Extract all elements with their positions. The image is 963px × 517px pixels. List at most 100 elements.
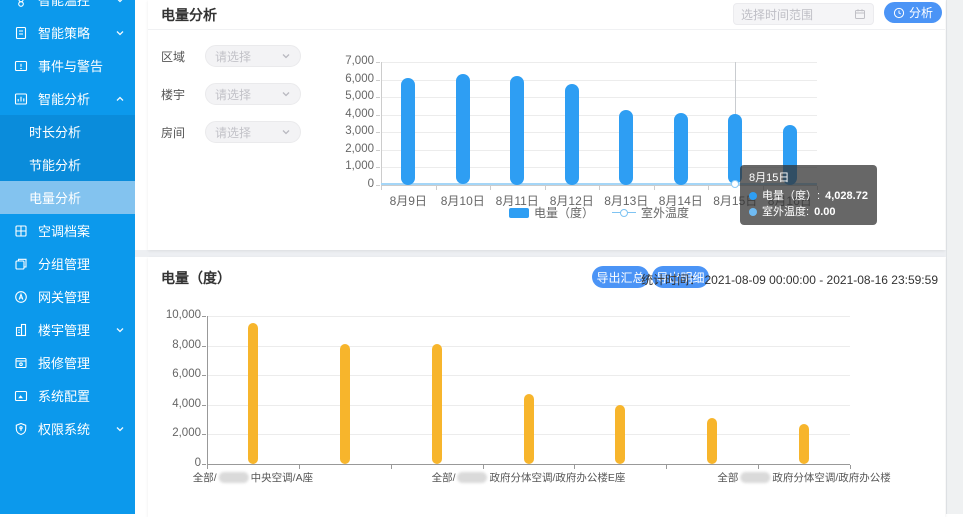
x-label-suffix: 中央空调/A座	[251, 472, 313, 484]
gridline	[207, 375, 850, 376]
sidebar-item-7[interactable]: 网关管理	[0, 280, 135, 313]
y-axis-label: 2,000	[306, 143, 374, 155]
bar[interactable]	[456, 74, 470, 185]
bar[interactable]	[707, 418, 717, 464]
bar[interactable]	[565, 84, 579, 185]
sidebar-item-10[interactable]: 系统配置	[0, 379, 135, 412]
legend-line-circle	[620, 209, 628, 217]
bar[interactable]	[248, 323, 258, 464]
y-axis-tick	[376, 167, 380, 168]
gridline	[381, 80, 817, 81]
bar[interactable]	[615, 405, 625, 464]
x-axis-tick	[599, 186, 600, 190]
chevron-down-icon	[115, 0, 125, 5]
x-axis-line	[207, 464, 850, 465]
sidebar-item-3[interactable]: 事件与警告	[0, 49, 135, 82]
sidebar-subitem-1[interactable]: 时长分析	[0, 115, 135, 148]
thermostat-icon	[14, 0, 28, 7]
scrollbar-track[interactable]	[946, 0, 963, 514]
gridline	[207, 346, 850, 347]
bar[interactable]	[799, 424, 809, 464]
x-axis-tick	[207, 465, 208, 469]
y-axis-tick	[202, 405, 206, 406]
bar[interactable]	[401, 78, 415, 185]
sidebar-item-label: 智能温控	[38, 0, 90, 9]
analysis-icon	[14, 92, 28, 106]
y-axis-label: 0	[151, 457, 201, 469]
bar[interactable]	[432, 344, 442, 464]
chevron-down-icon	[115, 424, 125, 434]
redacted-text	[458, 472, 488, 483]
bar[interactable]	[619, 110, 633, 184]
repair-icon	[14, 356, 28, 370]
legend-item-temperature[interactable]: 室外温度	[612, 204, 689, 221]
gridline	[381, 115, 817, 116]
sidebar-item-2[interactable]: 智能策略	[0, 16, 135, 49]
sidebar-item-9[interactable]: 报修管理	[0, 346, 135, 379]
x-label-prefix: 全部/	[193, 472, 217, 484]
bar[interactable]	[524, 394, 534, 464]
sidebar-subitem-label: 时长分析	[29, 122, 81, 141]
y-axis-label: 7,000	[306, 55, 374, 67]
sidebar-item-4[interactable]: 智能分析	[0, 82, 135, 115]
x-axis-tick	[391, 465, 392, 469]
y-axis-tick	[376, 62, 380, 63]
y-axis-line	[381, 62, 382, 185]
group-icon	[14, 257, 28, 271]
sidebar-item-label: 空调档案	[38, 221, 90, 240]
tooltip-row-label: 电量（度）:	[762, 190, 823, 202]
energy-by-device-panel: 电量（度） 导出汇总 导出明细 统计时间： 2021-08-09 00:00:0…	[148, 257, 945, 517]
gridline	[381, 132, 817, 133]
y-axis-label: 6,000	[306, 73, 374, 85]
tooltip-row-label: 室外温度:	[762, 206, 812, 218]
sidebar-subitem-2[interactable]: 节能分析	[0, 148, 135, 181]
sidebar-item-label: 报修管理	[38, 353, 90, 372]
y-axis-label: 10,000	[151, 309, 201, 321]
y-axis-label: 1,000	[306, 160, 374, 172]
x-axis-tick	[574, 465, 575, 469]
sidebar-subitem-label: 电量分析	[29, 188, 81, 207]
sidebar-subitem-label: 节能分析	[29, 155, 81, 174]
x-axis-tick	[490, 186, 491, 190]
sidebar-item-label: 事件与警告	[38, 56, 103, 75]
sidebar-item-5[interactable]: 空调档案	[0, 214, 135, 247]
x-axis-tick	[850, 465, 851, 469]
sidebar-item-11[interactable]: 权限系统	[0, 412, 135, 445]
y-axis-label: 5,000	[306, 90, 374, 102]
y-axis-line	[207, 316, 208, 464]
y-axis-label: 3,000	[306, 125, 374, 137]
tooltip-title: 8月15日	[749, 170, 868, 186]
bar[interactable]	[510, 76, 524, 185]
archive-icon	[14, 224, 28, 238]
sidebar-subitem-3[interactable]: 电量分析	[0, 181, 135, 214]
gridline	[381, 62, 817, 63]
tooltip-series-dot	[749, 192, 757, 200]
y-axis-tick	[376, 185, 380, 186]
y-axis-tick	[202, 316, 206, 317]
sidebar-item-1[interactable]: 智能温控	[0, 0, 135, 16]
y-axis-tick	[376, 97, 380, 98]
gridline	[381, 150, 817, 151]
chevron-down-icon	[115, 28, 125, 38]
bar[interactable]	[674, 113, 688, 185]
legend-bar-swatch	[509, 208, 529, 218]
tooltip-row: 室外温度: 0.00	[749, 204, 868, 220]
chart-tooltip: 8月15日电量（度）: 4,028.72室外温度: 0.00	[740, 165, 877, 225]
y-axis-tick	[376, 132, 380, 133]
sidebar-item-6[interactable]: 分组管理	[0, 247, 135, 280]
x-axis-tick	[654, 186, 655, 190]
sidebar-item-label: 网关管理	[38, 287, 90, 306]
x-label-suffix: 政府分体空调/政府办公楼	[772, 472, 890, 484]
x-axis-tick	[381, 186, 382, 190]
panel-gap	[135, 250, 946, 257]
gridline	[207, 316, 850, 317]
y-axis-label: 0	[306, 178, 374, 190]
x-label-prefix: 全部/	[432, 472, 456, 484]
sidebar-item-8[interactable]: 楼宇管理	[0, 313, 135, 346]
bar[interactable]	[340, 344, 350, 464]
x-label-suffix: 政府分体空调/政府办公楼E座	[490, 472, 626, 484]
electricity-analysis-panel: 电量分析 选择时间范围 分析 区域请选择楼宇请选择房间请选择 01,0002,0…	[148, 0, 945, 250]
legend-item-energy[interactable]: 电量（度）	[509, 204, 594, 221]
energy-by-device-chart: 02,0004,0006,0008,00010,000全部/中央空调/A座全部/…	[148, 257, 945, 517]
y-axis-tick	[376, 150, 380, 151]
